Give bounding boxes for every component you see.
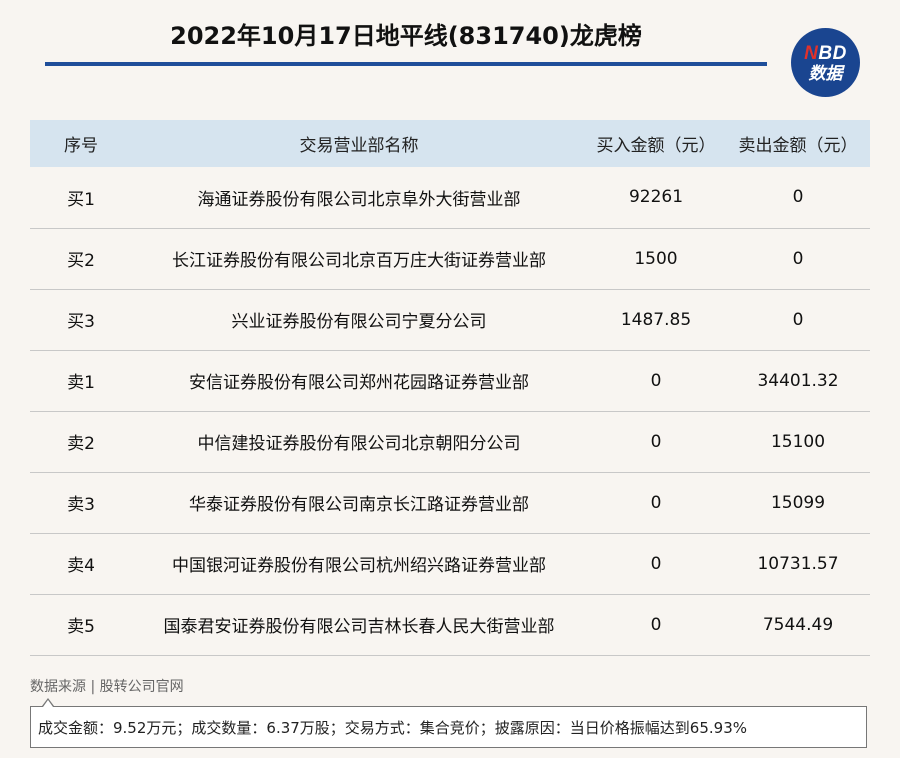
cell-branch: 国泰君安证券股份有限公司吉林长春人民大街营业部 <box>132 594 586 656</box>
cell-buy: 1487.85 <box>586 289 726 351</box>
cell-sell: 15099 <box>726 472 870 534</box>
cell-sell: 0 <box>726 228 870 290</box>
cell-buy: 0 <box>586 533 726 595</box>
page: 2022年10月17日地平线(831740)龙虎榜 NBD 数据 序号 交易营业… <box>0 0 900 758</box>
cell-sell: 0 <box>726 289 870 351</box>
cell-rank: 卖5 <box>30 594 132 656</box>
table-row: 卖1 安信证券股份有限公司郑州花园路证券营业部 0 34401.32 <box>30 350 870 412</box>
cell-branch: 中国银河证券股份有限公司杭州绍兴路证券营业部 <box>132 533 586 595</box>
cell-rank: 卖2 <box>30 411 132 473</box>
cell-rank: 买3 <box>30 289 132 351</box>
cell-buy: 92261 <box>586 167 726 229</box>
cell-branch: 长江证券股份有限公司北京百万庄大街证券营业部 <box>132 228 586 290</box>
data-source: 数据来源 | 股转公司官网 <box>30 679 184 695</box>
cell-sell: 10731.57 <box>726 533 870 595</box>
col-header-rank: 序号 <box>30 120 132 167</box>
cell-rank: 卖4 <box>30 533 132 595</box>
table-row: 卖3 华泰证券股份有限公司南京长江路证券营业部 0 15099 <box>30 472 870 534</box>
nbd-logo: NBD 数据 <box>791 28 860 97</box>
cell-buy: 0 <box>586 350 726 412</box>
cell-sell: 15100 <box>726 411 870 473</box>
cell-sell: 34401.32 <box>726 350 870 412</box>
cell-branch: 兴业证券股份有限公司宁夏分公司 <box>132 289 586 351</box>
dragon-tiger-table: 序号 交易营业部名称 买入金额（元） 卖出金额（元） 买1 海通证券股份有限公司… <box>30 120 870 656</box>
cell-rank: 买2 <box>30 228 132 290</box>
col-header-branch: 交易营业部名称 <box>132 120 586 167</box>
table-row: 卖2 中信建投证券股份有限公司北京朝阳分公司 0 15100 <box>30 411 870 473</box>
table-header-row: 序号 交易营业部名称 买入金额（元） 卖出金额（元） <box>30 120 870 167</box>
logo-wordmark: NBD <box>804 42 847 64</box>
page-title: 2022年10月17日地平线(831740)龙虎榜 <box>170 22 642 50</box>
cell-rank: 卖1 <box>30 350 132 412</box>
col-header-sell-amount: 卖出金额（元） <box>726 120 870 167</box>
cell-buy: 0 <box>586 411 726 473</box>
logo-subtitle: 数据 <box>808 63 843 83</box>
cell-rank: 卖3 <box>30 472 132 534</box>
cell-rank: 买1 <box>30 167 132 229</box>
table-row: 买3 兴业证券股份有限公司宁夏分公司 1487.85 0 <box>30 289 870 351</box>
cell-branch: 中信建投证券股份有限公司北京朝阳分公司 <box>132 411 586 473</box>
title-underline <box>45 62 767 66</box>
col-header-buy-amount: 买入金额（元） <box>586 120 726 167</box>
trade-summary-text: 成交金额：9.52万元；成交数量：6.37万股；交易方式：集合竞价；披露原因：当… <box>38 718 747 737</box>
note-pointer-fill <box>43 700 53 707</box>
cell-branch: 海通证券股份有限公司北京阜外大街营业部 <box>132 167 586 229</box>
logo-letter-n: N <box>804 42 819 64</box>
trade-summary-note: 成交金额：9.52万元；成交数量：6.37万股；交易方式：集合竞价；披露原因：当… <box>30 706 867 748</box>
logo-letters-bd: BD <box>818 42 847 64</box>
cell-buy: 0 <box>586 472 726 534</box>
cell-buy: 0 <box>586 594 726 656</box>
cell-buy: 1500 <box>586 228 726 290</box>
table-row: 买1 海通证券股份有限公司北京阜外大街营业部 92261 0 <box>30 167 870 229</box>
cell-sell: 7544.49 <box>726 594 870 656</box>
cell-branch: 华泰证券股份有限公司南京长江路证券营业部 <box>132 472 586 534</box>
table-row: 卖5 国泰君安证券股份有限公司吉林长春人民大街营业部 0 7544.49 <box>30 594 870 656</box>
cell-sell: 0 <box>726 167 870 229</box>
cell-branch: 安信证券股份有限公司郑州花园路证券营业部 <box>132 350 586 412</box>
table-row: 卖4 中国银河证券股份有限公司杭州绍兴路证券营业部 0 10731.57 <box>30 533 870 595</box>
table-row: 买2 长江证券股份有限公司北京百万庄大街证券营业部 1500 0 <box>30 228 870 290</box>
